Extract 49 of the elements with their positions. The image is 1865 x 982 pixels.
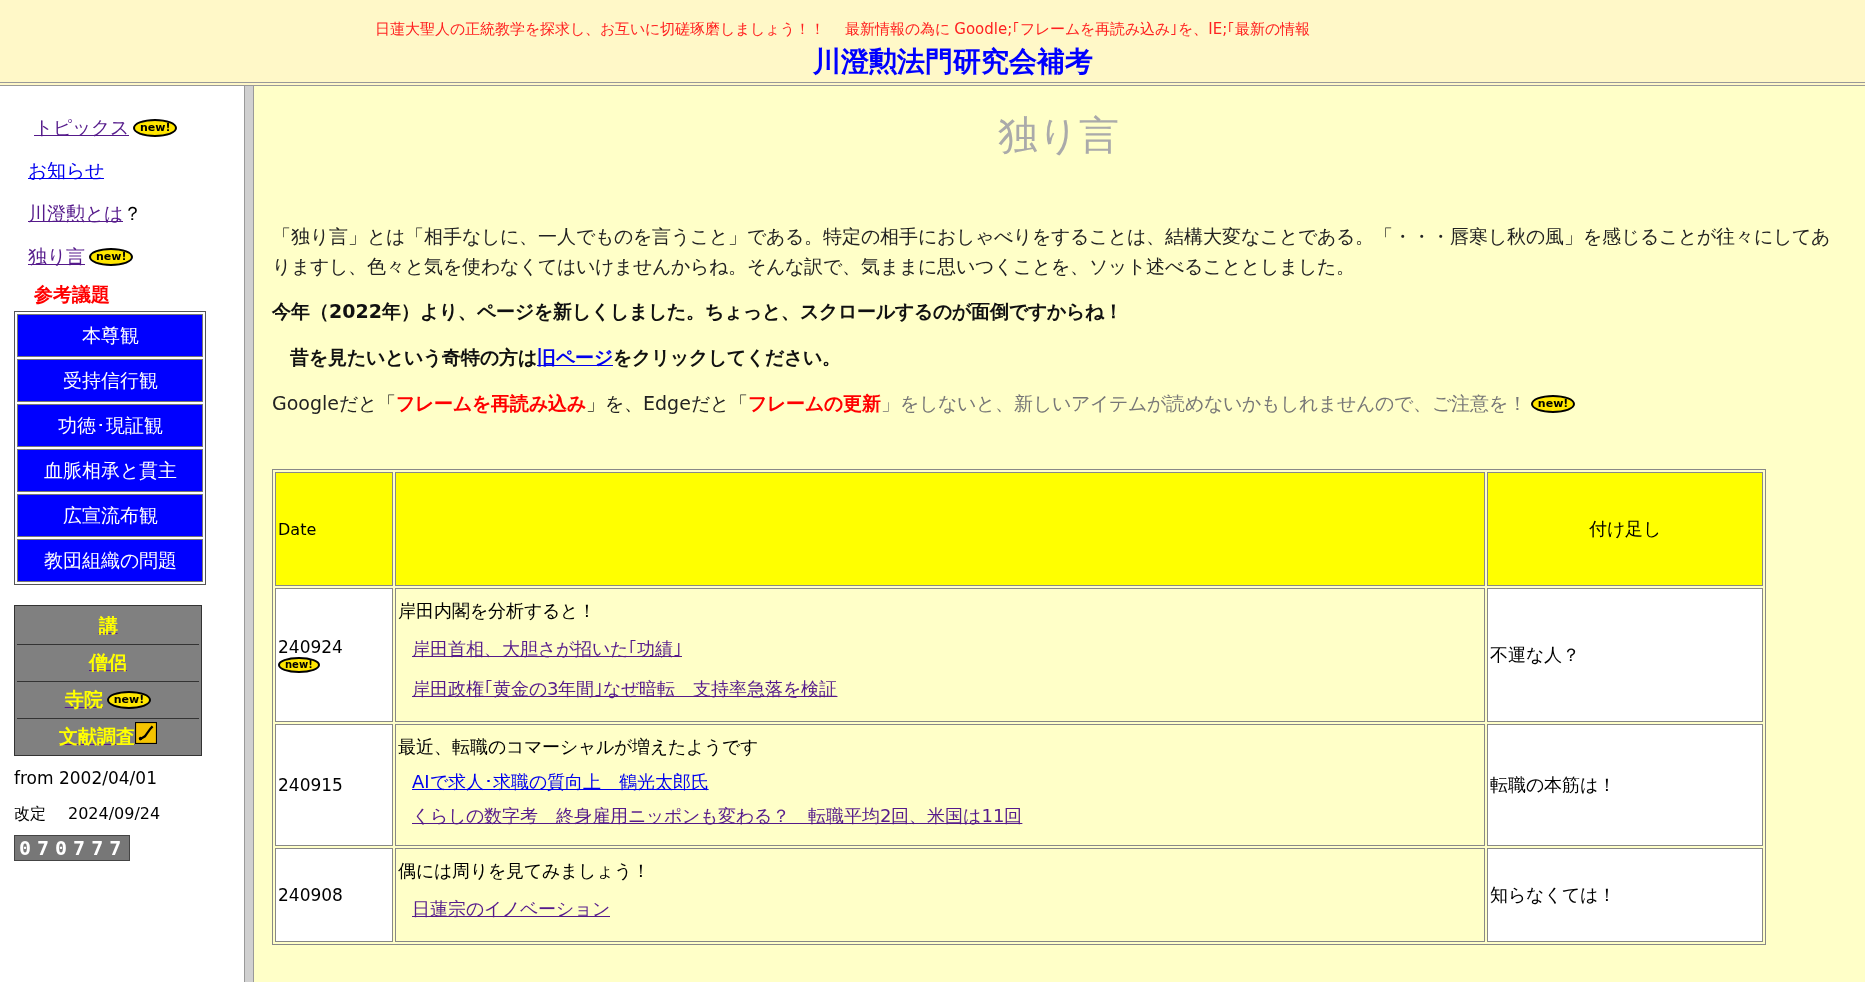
new-badge: new! [106, 691, 152, 709]
section-heading: 参考議題 [33, 282, 111, 307]
note-header: 付け足し [1487, 472, 1763, 586]
article-link[interactable]: くらしの数字考 終身雇用ニッポンも変わる？ 転職平均2回、米国は11回 [412, 805, 1023, 826]
article-link[interactable]: 岸田政権｢黄金の3年間｣なぜ暗転 支持率急落を検証 [412, 678, 838, 699]
sub-menu-link[interactable]: 講 [98, 613, 118, 639]
note-text: 知らなくては！ [1490, 884, 1616, 905]
question-mark: ？ [123, 200, 142, 226]
renewal-notice: 今年（2022年）より、ページを新しくしました。ちょっと、スクロールするのが面倒ですからね！ [272, 299, 1124, 324]
page-title: 独り言 [997, 111, 1120, 160]
revised-label: 改定 [14, 804, 46, 825]
new-badge: new! [89, 247, 134, 266]
revised-date: 2024/09/24 [68, 804, 161, 825]
sidebar-link[interactable]: 独り言 [28, 243, 85, 270]
reload-notice: Googleだと「フレームを再読み込み」を、Edgeだと「フレームの更新」をしないと、新しいアイテムが読めないかもしれませんので、ご注意を！ [272, 391, 1527, 416]
date-text: 240908 [278, 885, 343, 905]
topic-link[interactable]: 広宣流布観 [17, 494, 203, 537]
since-date: from 2002/04/01 [14, 768, 158, 788]
old-page-sentence: 昔を見たいという奇特の方は旧ページをクリックしてください。 [289, 345, 842, 370]
topic-link[interactable]: 本尊観 [17, 314, 203, 357]
article-link[interactable]: 岸田首相、大胆さが招いた｢功績｣ [412, 638, 682, 659]
new-badge: new! [1530, 395, 1576, 413]
header-notice: 日蓮大聖人の正統教学を探求し、お互いに切磋琢磨しましょう！！ 最新情報の為に Goodle;｢フレームを再読み込み｣を、IE;｢最新の情報 [374, 20, 1311, 39]
sidebar-link[interactable]: 川澄勲とは [28, 200, 123, 227]
sub-menu-link[interactable]: 僧侶 [89, 650, 127, 676]
new-badge: new! [133, 118, 178, 137]
visitor-counter: 070777 [14, 835, 131, 861]
row-title: 偶には周りを見てみましょう！ [398, 859, 651, 883]
new-badge: new! [278, 657, 320, 673]
sidebar-link[interactable]: お知らせ [28, 157, 104, 184]
intro-paragraph: 「独り言」とは「相手なしに、一人でものを言うこと」である。特定の相手におしゃべりをすることは、結構大変なことである。「・・・唇寒し秋の風」を感じることが往々にしてありますし、色々と気を使わなくてはいけませんからね。そんな訳で、気ままに思いつくことを、ソット述べることとしました。 [272, 224, 1831, 279]
topic-link[interactable]: 功徳･現証観 [17, 404, 203, 447]
sub-menu-link[interactable]: 文献調査 [59, 724, 135, 750]
row-title: 最近、転職のコマーシャルが増えたようです [398, 735, 759, 759]
sidebar-link[interactable]: トピックス [34, 114, 129, 141]
date-text: 240924 [278, 637, 343, 657]
article-link[interactable]: AIで求人･求職の質向上 鶴光太郎氏 [412, 771, 709, 792]
topic-link[interactable]: 受持信行観 [17, 359, 203, 402]
topic-link[interactable]: 血脈相承と貫主 [17, 449, 203, 492]
note-text: 転職の本筋は！ [1490, 774, 1616, 795]
date-text: 240915 [278, 775, 343, 795]
old-page-link[interactable]: 旧ページ [537, 346, 613, 368]
sub-menu-link[interactable]: 寺院 [64, 687, 103, 713]
topic-link[interactable]: 教団組織の問題 [17, 539, 203, 582]
article-link[interactable]: 日蓮宗のイノベーション [412, 898, 610, 919]
note-text: 不運な人？ [1490, 644, 1580, 665]
date-header: Date [275, 472, 393, 586]
site-title: 川澄勲法門研究会補考 [812, 44, 1093, 80]
row-title: 岸田内閣を分析すると！ [398, 599, 597, 623]
